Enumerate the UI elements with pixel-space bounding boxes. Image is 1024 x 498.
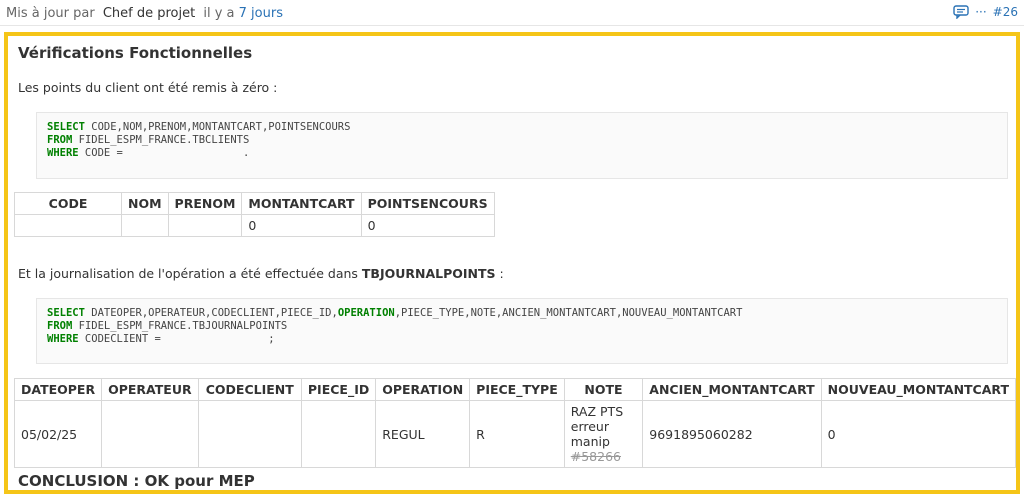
section-title: Vérifications Fonctionnelles [18,44,253,62]
column-header: OPERATEUR [101,378,199,401]
column-header: MONTANTCART [241,192,362,215]
column-header: NOM [121,192,169,215]
table-cell: R [469,400,565,468]
sql-kw: OPERATION [337,307,395,319]
sql-text: ,PIECE_TYPE,NOTE,ANCIEN_MONTANTCART,NOUV… [394,307,743,319]
column-header: DATEOPER [13,378,103,401]
author-link[interactable]: Chef de projet [103,6,195,21]
updated-by-label: Mis à jour par [6,6,95,21]
column-header: ANCIEN_MONTANTCART [642,378,822,401]
table-cell: 05/02/25 [13,400,103,468]
comment-icon[interactable] [953,5,969,19]
sql-query-2[interactable]: SELECT DATEOPER,OPERATEUR,CODECLIENT,PIE… [36,298,1008,364]
column-header: NOTE [563,378,644,401]
sql-query-1[interactable]: SELECT CODE,NOM,PRENOM,MONTANTCART,POINT… [36,112,1008,179]
column-header: CODECLIENT [197,378,302,401]
table-header-row: CODE NOM PRENOM MONTANTCART POINTSENCOUR… [14,192,495,215]
journal-meta: Mis à jour par Chef de projet il y a 7 j… [6,6,283,21]
journal-actions: ··· #26 [953,5,1018,19]
column-header: PIECE_ID [300,378,377,401]
sql-kw: SELECT [47,307,85,319]
sql-kw: SELECT [47,121,85,133]
clients-table: CODE NOM PRENOM MONTANTCART POINTSENCOUR… [14,192,495,237]
note-text: manip [570,434,610,449]
intro-paragraph-2: Et la journalisation de l'opération a ét… [18,266,504,281]
table-cell [101,400,199,468]
sql-kw: FROM [47,320,73,332]
column-header: PRENOM [167,192,243,215]
column-header: NOUVEAU_MONTANTCART [820,378,1016,401]
closed-issue-link[interactable]: #58266 [571,449,621,464]
intro2-suffix: : [495,266,504,281]
sql-text: FIDEL_ESPM_FRANCE.TBJOURNALPOINTS [72,320,288,332]
table-row: 05/02/25 REGUL R RAZ PTS erreur manip #58… [13,400,1016,468]
intro2-text: Et la journalisation de l'opération a ét… [18,266,362,281]
ago-prefix: il y a [203,6,235,21]
journal-header: Mis à jour par Chef de projet il y a 7 j… [0,0,1024,26]
table-cell [14,214,122,237]
table-cell [197,400,302,468]
note-text: RAZ PTS erreur [570,404,624,434]
sql-kw: WHERE [47,333,79,345]
sql-kw: WHERE [47,147,79,159]
intro2-bold: TBJOURNALPOINTS [361,266,496,281]
table-cell [121,214,169,237]
column-header: PIECE_TYPE [469,378,565,401]
conclusion-heading: CONCLUSION : OK pour MEP [18,472,255,490]
table-cell: REGUL [375,400,471,468]
sql-text: CODE = . [78,147,250,159]
intro-paragraph-1: Les points du client ont été remis à zér… [18,80,278,95]
note-number-link[interactable]: #26 [993,5,1018,19]
table-cell: 0 [820,400,1016,468]
sql-kw: FROM [47,134,73,146]
table-cell: 0 [241,214,362,237]
column-header: OPERATION [375,378,471,401]
table-header-row: DATEOPER OPERATEUR CODECLIENT PIECE_ID O… [13,378,1016,401]
sql-text: CODE,NOM,PRENOM,MONTANTCART,POINTSENCOUR… [84,121,351,133]
column-header: CODE [14,192,122,215]
column-header: POINTSENCOURS [360,192,495,215]
ago-link[interactable]: 7 jours [239,6,283,21]
sql-text: DATEOPER,OPERATEUR,CODECLIENT,PIECE_ID, [84,307,338,319]
note-content: Vérifications Fonctionnelles Les points … [13,36,1016,490]
highlighted-note: Vérifications Fonctionnelles Les points … [4,32,1020,494]
table-cell: 9691895060282 [642,400,822,468]
table-cell: 0 [360,214,495,237]
more-icon[interactable]: ··· [975,5,986,19]
journal-table: DATEOPER OPERATEUR CODECLIENT PIECE_ID O… [13,378,1016,468]
sql-text: FIDEL_ESPM_FRANCE.TBCLIENTS [72,134,250,146]
sql-text: CODECLIENT = ; [78,333,275,345]
table-cell [167,214,243,237]
table-cell [300,400,377,468]
note-cell: RAZ PTS erreur manip #58266 [563,400,644,468]
table-row: 0 0 [14,214,495,237]
